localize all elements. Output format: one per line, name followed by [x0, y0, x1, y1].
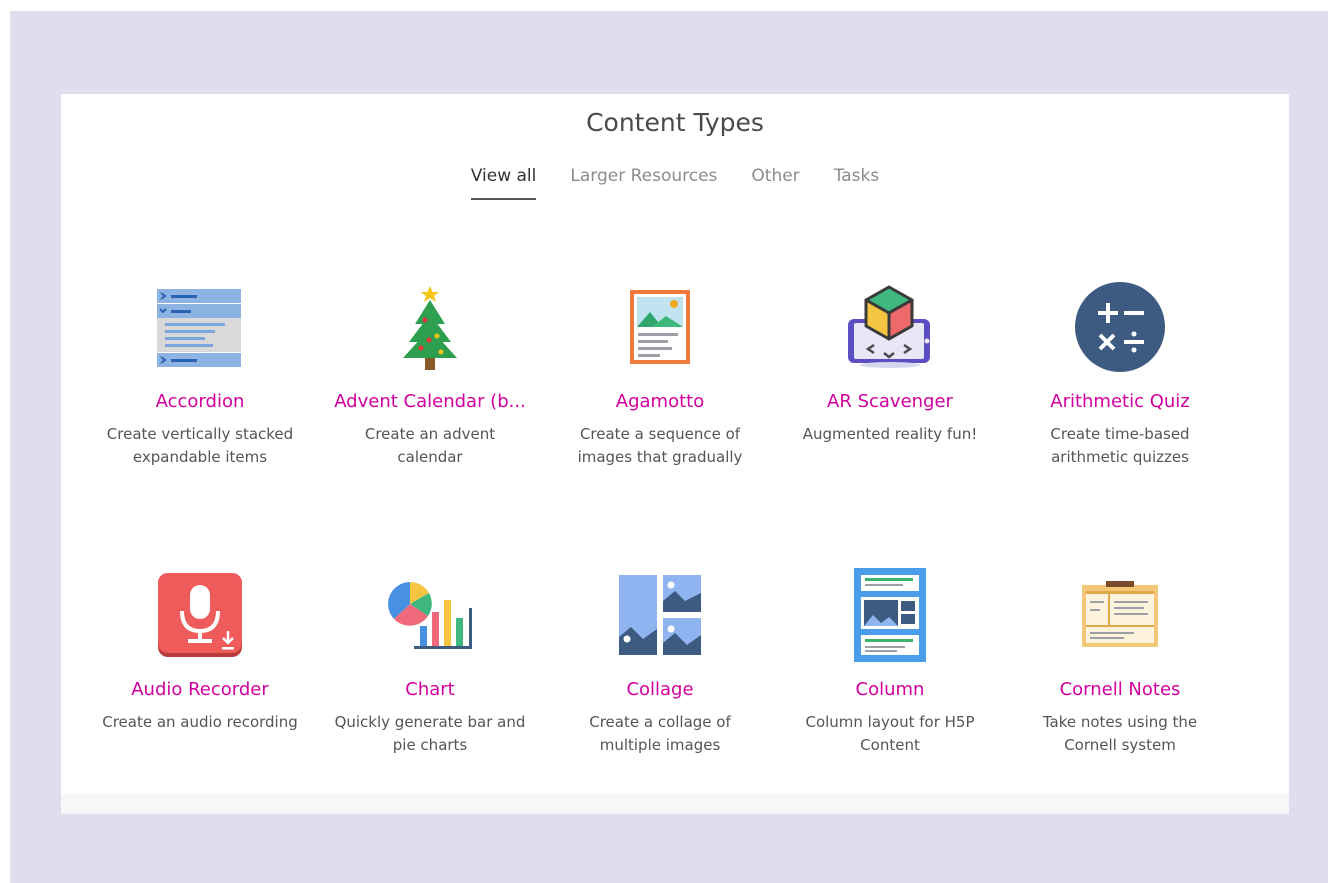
category-tabs: View all Larger Resources Other Tasks [61, 166, 1289, 200]
card-title: Cornell Notes [1059, 679, 1181, 700]
content-type-card-cornell-notes[interactable]: Cornell Notes Take notes using the Corne… [1005, 565, 1235, 814]
card-description: Create a collage of multiple images [589, 713, 731, 754]
content-type-card-collage[interactable]: Collage Create a collage of multiple ima… [545, 565, 775, 814]
card-description: Take notes using the Cornell system [1042, 713, 1198, 754]
tab-larger-resources[interactable]: Larger Resources [570, 166, 717, 200]
content-types-panel: Content Types View all Larger Resources … [61, 94, 1289, 814]
column-icon [825, 565, 955, 665]
content-type-card-advent-calendar[interactable]: Advent Calendar (b... Create an advent c… [315, 277, 545, 565]
tab-tasks[interactable]: Tasks [834, 166, 880, 200]
content-type-card-audio-recorder[interactable]: Audio Recorder Create an audio recording [85, 565, 315, 814]
image-sequence-icon [595, 277, 725, 377]
card-title: Column [855, 679, 925, 700]
panel-footer [61, 794, 1289, 814]
card-description: Create time-based arithmetic quizzes [1050, 425, 1190, 466]
card-title: Audio Recorder [131, 679, 269, 700]
accordion-icon [135, 277, 265, 377]
content-type-card-agamotto[interactable]: Agamotto Create a sequence of images tha… [545, 277, 775, 565]
card-title: Collage [626, 679, 694, 700]
arithmetic-icon [1055, 277, 1185, 377]
ar-cube-icon [825, 277, 955, 377]
card-description: Create an advent calendar [364, 425, 496, 466]
card-description: Create vertically stacked expandable ite… [106, 425, 294, 466]
content-type-card-chart[interactable]: Chart Quickly generate bar and pie chart… [315, 565, 545, 814]
christmas-tree-icon [365, 277, 495, 377]
card-description: Augmented reality fun! [802, 425, 978, 443]
page-title: Content Types [586, 108, 764, 137]
card-description: Create a sequence of images that gradual… [577, 425, 743, 466]
notes-icon [1055, 565, 1185, 665]
content-type-card-accordion[interactable]: Accordion Create vertically stacked expa… [85, 277, 315, 565]
card-title: Accordion [155, 391, 245, 412]
card-title: Advent Calendar (b... [334, 391, 526, 412]
card-description: Quickly generate bar and pie charts [334, 713, 526, 754]
card-title: AR Scavenger [827, 391, 953, 412]
content-type-card-column[interactable]: Column Column layout for H5P Content [775, 565, 1005, 814]
microphone-icon [135, 565, 265, 665]
card-title: Agamotto [615, 391, 705, 412]
card-title: Chart [405, 679, 455, 700]
card-description: Create an audio recording [102, 713, 298, 731]
tab-view-all[interactable]: View all [470, 166, 537, 200]
content-type-card-arithmetic-quiz[interactable]: Arithmetic Quiz Create time-based arithm… [1005, 277, 1235, 565]
content-type-grid: Accordion Create vertically stacked expa… [85, 277, 1235, 814]
content-type-card-ar-scavenger[interactable]: AR Scavenger Augmented reality fun! [775, 277, 1005, 565]
chart-icon [365, 565, 495, 665]
tab-other[interactable]: Other [751, 166, 799, 200]
card-title: Arithmetic Quiz [1050, 391, 1190, 412]
card-description: Column layout for H5P Content [805, 713, 975, 754]
collage-icon [595, 565, 725, 665]
